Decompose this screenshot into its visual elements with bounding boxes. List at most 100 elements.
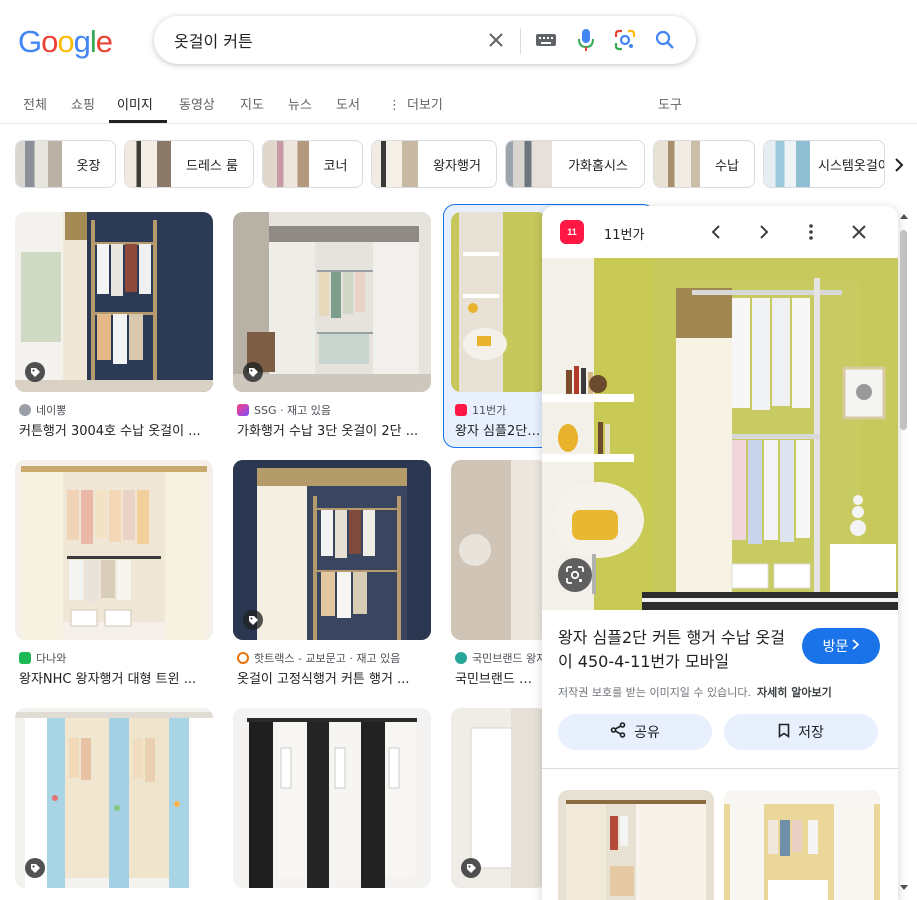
logo-letter: o (41, 24, 58, 59)
chip-thumbnail (263, 141, 309, 187)
close-icon[interactable] (847, 220, 871, 244)
chip-label: 시스템옷걸이 (818, 158, 884, 174)
scrollbar-thumb[interactable] (900, 230, 907, 430)
chip-thumbnail (372, 141, 418, 187)
result-source[interactable]: 네이뽕 (19, 402, 66, 418)
chip-label: 가화홈시스 (568, 158, 628, 174)
result-image (15, 460, 213, 640)
result-image (451, 708, 547, 888)
more-vert-icon[interactable] (799, 220, 823, 244)
related-image[interactable] (558, 790, 714, 900)
lens-icon[interactable] (613, 28, 637, 52)
chip-thumbnail (764, 141, 810, 187)
logo-letter: e (95, 24, 113, 59)
share-button[interactable]: 공유 (558, 714, 712, 750)
tab-all[interactable]: 전체 (23, 94, 47, 113)
panel-title[interactable]: 왕자 심플2단 커튼 행거 수납 옷걸이 450-4-11번가 모바일 (558, 626, 798, 674)
panel-source[interactable]: 11번가 (604, 224, 644, 243)
scrollbar[interactable] (898, 210, 910, 900)
active-tab-indicator (109, 120, 167, 123)
tag-icon (25, 362, 45, 382)
image-result[interactable]: SSG · 재고 있음 가화행거 수납 3단 옷걸이 2단 ... (233, 212, 431, 448)
chip-label: 수납 (715, 158, 739, 174)
chip-storage[interactable]: 수납 (653, 140, 755, 188)
result-title[interactable]: 커튼행거 3004호 수납 옷걸이 ... (19, 420, 215, 439)
visit-button-label: 방문 (822, 639, 849, 655)
chip-corner[interactable]: 코너 (262, 140, 363, 188)
keyboard-icon[interactable] (534, 28, 558, 52)
tag-icon (243, 362, 263, 382)
preview-image[interactable] (542, 258, 898, 610)
chip-label: 왕자행거 (433, 158, 481, 174)
save-button[interactable]: 저장 (724, 714, 878, 750)
favicon (19, 652, 31, 664)
favicon (455, 404, 467, 416)
image-result[interactable]: 네이뽕 커튼행거 3004호 수납 옷걸이 ... (15, 212, 213, 448)
image-result[interactable] (15, 708, 213, 900)
chip-thumbnail (654, 141, 700, 187)
related-image[interactable] (724, 790, 880, 900)
tab-news[interactable]: 뉴스 (288, 94, 312, 113)
chip-wangja-hanger[interactable]: 왕자행거 (371, 140, 497, 188)
result-source[interactable]: 국민브랜드 왕자 (455, 650, 546, 666)
tag-icon (461, 858, 481, 878)
result-image (233, 708, 431, 888)
chevron-left-icon[interactable] (704, 220, 728, 244)
image-result[interactable]: 핫트랙스 - 교보문고 · 재고 있음 옷걸이 고정식행거 커튼 행거 ... (233, 460, 431, 696)
chip-label: 코너 (323, 158, 348, 174)
scroll-up-icon[interactable] (899, 212, 909, 220)
result-title[interactable]: 가화행거 수납 3단 옷걸이 2단 ... (237, 420, 433, 439)
result-source[interactable]: 핫트랙스 - 교보문고 · 재고 있음 (237, 650, 400, 666)
result-source[interactable]: 11번가 (455, 402, 506, 418)
more-vert-icon: ⋮ (388, 98, 401, 113)
result-source[interactable]: 다나와 (19, 650, 66, 666)
chip-label: 옷장 (76, 158, 101, 174)
image-result[interactable]: 다나와 왕자NHC 왕자행거 대형 트윈 ... (15, 460, 213, 696)
tab-books[interactable]: 도서 (336, 94, 360, 113)
google-logo[interactable]: Google (18, 24, 113, 60)
tools-button[interactable]: 도구 (658, 94, 682, 113)
tab-shopping[interactable]: 쇼핑 (71, 94, 95, 113)
microphone-icon[interactable] (574, 28, 598, 52)
chevron-right-icon[interactable] (752, 220, 776, 244)
learn-more-link[interactable]: 자세히 알아보기 (757, 686, 832, 699)
bookmark-icon (778, 723, 790, 742)
search-divider (520, 28, 521, 54)
clear-icon[interactable] (484, 28, 508, 52)
chip-thumbnail (506, 141, 552, 187)
result-title[interactable]: 국민브랜드 왕자행거 ... (455, 668, 543, 687)
result-source-label: 네이뽕 (36, 404, 67, 417)
logo-letter: G (18, 24, 42, 59)
tab-more[interactable]: ⋮ 더보기 (388, 94, 443, 113)
tab-maps[interactable]: 지도 (240, 94, 264, 113)
result-image (15, 708, 213, 888)
share-label: 공유 (634, 725, 660, 741)
search-input[interactable] (174, 16, 474, 64)
chip-system-hanger[interactable]: 시스템옷걸이 (763, 140, 885, 188)
chevron-right-icon (852, 638, 860, 654)
tab-videos[interactable]: 동영상 (179, 94, 215, 113)
result-source-label: 11번가 (472, 404, 507, 417)
result-image (233, 212, 431, 392)
favicon (19, 404, 31, 416)
chip-dress-room[interactable]: 드레스 룸 (124, 140, 254, 188)
logo-letter: o (57, 24, 74, 59)
scroll-down-icon[interactable] (899, 884, 909, 892)
visit-button[interactable]: 방문 (802, 628, 880, 664)
result-image (233, 460, 431, 640)
result-source[interactable]: SSG · 재고 있음 (237, 402, 331, 418)
panel-divider (542, 768, 898, 769)
search-icon[interactable] (653, 28, 677, 52)
chip-thumbnail (16, 141, 62, 187)
lens-search-icon[interactable] (558, 558, 592, 592)
result-title[interactable]: 옷걸이 고정식행거 커튼 행거 ... (237, 668, 433, 687)
chip-wardrobe[interactable]: 옷장 (15, 140, 116, 188)
image-result[interactable] (233, 708, 431, 900)
chip-gahwa-homesys[interactable]: 가화홈시스 (505, 140, 645, 188)
tag-icon (243, 610, 263, 630)
copyright-text: 저작권 보호를 받는 이미지일 수 있습니다. (558, 686, 752, 699)
tab-images[interactable]: 이미지 (117, 94, 153, 113)
result-title[interactable]: 왕자NHC 왕자행거 대형 트윈 ... (19, 668, 215, 687)
result-title[interactable]: 왕자 심플2단 커튼 행거 수납 ... (455, 420, 543, 439)
chevron-right-icon[interactable] (886, 152, 912, 178)
